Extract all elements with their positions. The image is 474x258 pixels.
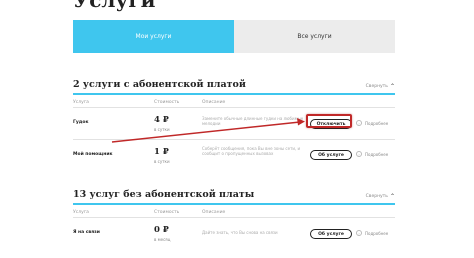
service-description: Замените обычные длинные гудки на любимы… [202, 116, 304, 126]
tab-all-services[interactable]: Все услуги [234, 20, 395, 53]
service-period: в месяц [154, 237, 171, 242]
details-link[interactable]: › Подробнее [356, 230, 388, 236]
chevron-up-icon: ⌃ [389, 83, 395, 90]
table-row: Я на связи 0 ₽ в месяц Дайте знать, что … [73, 217, 395, 247]
free-services-section: 13 услуг без абонентской платы Свернуть … [73, 188, 395, 247]
details-link[interactable]: › Подробнее [356, 151, 388, 157]
service-period: в сутки [154, 159, 170, 164]
section-title: 13 услуг без абонентской платы [73, 189, 255, 200]
service-price: 4 ₽ [154, 115, 169, 125]
table-header: Услуга Стоимость Описание [73, 205, 395, 217]
collapse-label: Свернуть [365, 194, 388, 199]
details-label: Подробнее [365, 230, 389, 236]
about-service-button[interactable]: Об услуге [310, 150, 352, 160]
about-service-button[interactable]: Об услуге [310, 229, 352, 239]
collapse-label: Свернуть [365, 84, 388, 89]
column-header-service: Услуга [73, 100, 89, 105]
column-header-cost: Стоимость [154, 100, 180, 105]
section-title: 2 услуги с абонентской платой [73, 79, 246, 90]
column-header-cost: Стоимость [154, 210, 180, 215]
table-row: Мой помощник 1 ₽ в сутки Соберёт сообщен… [73, 139, 395, 169]
service-period: в сутки [154, 127, 170, 132]
annotation-highlight-box [306, 114, 352, 128]
service-name: Мой помощник [73, 152, 113, 157]
table-header: Услуга Стоимость Описание [73, 95, 395, 107]
page-title: Услуги [73, 0, 156, 12]
chevron-up-icon: ⌃ [389, 193, 395, 200]
details-label: Подробнее [365, 120, 389, 126]
column-header-service: Услуга [73, 210, 89, 215]
service-name: Гудок [73, 120, 89, 125]
service-description: Соберёт сообщения, пока Вы вне зоны сети… [202, 146, 301, 156]
info-icon: › [356, 230, 362, 236]
service-price: 0 ₽ [154, 225, 169, 235]
tabs: Мои услуги Все услуги [73, 20, 395, 53]
service-description: Дайте знать, что Вы снова на связи [202, 230, 278, 235]
details-label: Подробнее [365, 151, 389, 157]
tab-my-services[interactable]: Мои услуги [73, 20, 234, 53]
details-link[interactable]: › Подробнее [356, 120, 388, 126]
info-icon: › [356, 151, 362, 157]
column-header-description: Описание [202, 210, 226, 215]
service-name: Я на связи [73, 230, 100, 235]
collapse-toggle[interactable]: Свернуть ⌃ [366, 83, 395, 90]
column-header-description: Описание [202, 100, 226, 105]
info-icon: › [356, 120, 362, 126]
service-price: 1 ₽ [154, 147, 169, 157]
collapse-toggle[interactable]: Свернуть ⌃ [366, 193, 395, 200]
